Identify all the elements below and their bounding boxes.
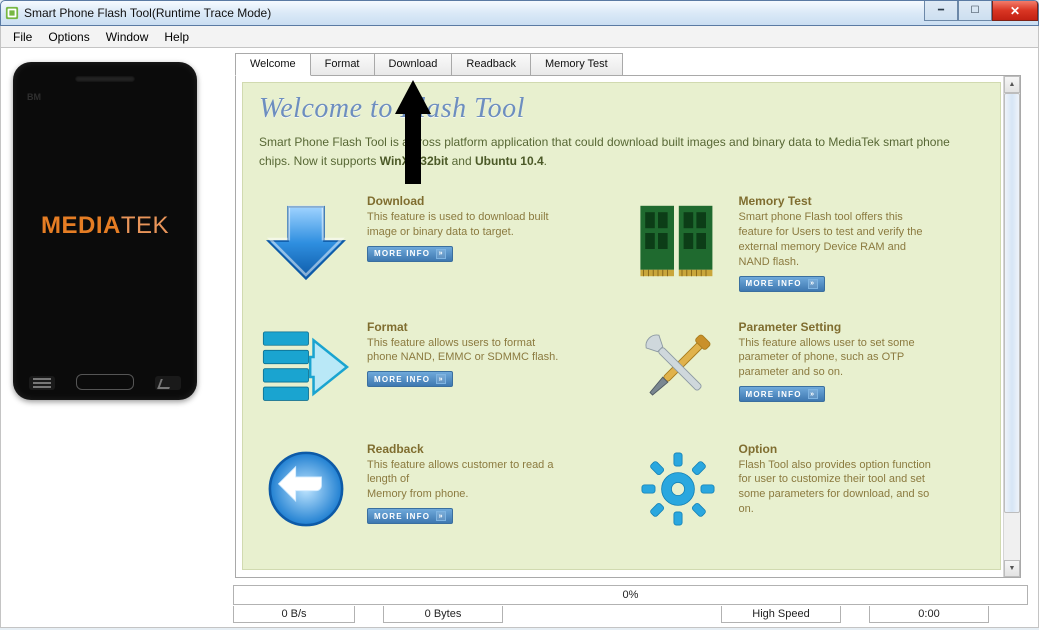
chevron-right-icon: »: [808, 279, 818, 289]
phone-oem-label: BM: [27, 92, 41, 102]
feature-memtest-title: Memory Test: [739, 194, 939, 208]
status-strip: 0% 0 B/s 0 Bytes High Speed 0:00: [233, 585, 1028, 627]
chevron-right-icon: »: [808, 389, 818, 399]
menu-window[interactable]: Window: [100, 28, 155, 46]
gear-icon: [631, 442, 725, 536]
chevron-right-icon: »: [436, 249, 446, 259]
progress-bar: 0%: [233, 585, 1028, 605]
welcome-panel: Welcome to Flash Tool Smart Phone Flash …: [235, 75, 1021, 578]
feature-format-title: Format: [367, 320, 567, 334]
welcome-intro: Smart Phone Flash Tool is a cross platfo…: [259, 133, 979, 170]
tab-readback[interactable]: Readback: [451, 53, 531, 76]
feature-param-desc: This feature allows user to set some par…: [739, 336, 939, 381]
scroll-thumb[interactable]: [1004, 93, 1020, 513]
tab-strip: Welcome Format Download Readback Memory …: [235, 52, 1032, 75]
feature-readback: Readback This feature allows customer to…: [259, 442, 613, 536]
window-title: Smart Phone Flash Tool(Runtime Trace Mod…: [24, 6, 271, 20]
feature-format: Format This feature allows users to form…: [259, 320, 613, 414]
welcome-title: Welcome to Flash Tool: [259, 93, 984, 125]
chevron-right-icon: »: [436, 511, 446, 521]
more-info-format[interactable]: MORE INFO»: [367, 371, 453, 387]
feature-memtest-desc: Smart phone Flash tool offers this featu…: [739, 210, 939, 269]
more-info-download[interactable]: MORE INFO»: [367, 246, 453, 262]
menu-help[interactable]: Help: [158, 28, 195, 46]
status-speed: High Speed: [721, 606, 841, 623]
phone-earpiece: [75, 76, 135, 82]
more-info-readback[interactable]: MORE INFO»: [367, 508, 453, 524]
feature-option: Option Flash Tool also provides option f…: [631, 442, 985, 536]
feature-download: Download This feature is used to downloa…: [259, 194, 613, 291]
minimize-button[interactable]: ━: [924, 1, 958, 21]
client-area: BM MEDIATEK Welcome Format Download Read…: [0, 48, 1039, 628]
back-circle-icon: [259, 442, 353, 536]
status-rate: 0 B/s: [233, 606, 355, 623]
feature-option-title: Option: [739, 442, 939, 456]
menu-bar: File Options Window Help: [0, 26, 1039, 48]
feature-memtest: Memory Test Smart phone Flash tool offer…: [631, 194, 985, 291]
download-arrow-icon: [259, 194, 353, 288]
more-info-memtest[interactable]: MORE INFO»: [739, 276, 825, 292]
feature-param-title: Parameter Setting: [739, 320, 939, 334]
close-button[interactable]: ✕: [992, 1, 1038, 21]
feature-download-title: Download: [367, 194, 567, 208]
phone-brand-text: MEDIATEK: [13, 212, 197, 240]
title-bar: Smart Phone Flash Tool(Runtime Trace Mod…: [0, 0, 1039, 26]
feature-readback-desc: This feature allows customer to read a l…: [367, 458, 567, 503]
format-icon: [259, 320, 353, 414]
feature-format-desc: This feature allows users to format phon…: [367, 336, 567, 366]
status-bytes: 0 Bytes: [383, 606, 503, 623]
maximize-button[interactable]: ☐: [958, 1, 992, 21]
progress-value: 0%: [623, 589, 639, 601]
menu-file[interactable]: File: [7, 28, 38, 46]
feature-param: Parameter Setting This feature allows us…: [631, 320, 985, 414]
tools-icon: [631, 320, 725, 414]
tab-memtest[interactable]: Memory Test: [530, 53, 623, 76]
phone-mockup: BM MEDIATEK: [13, 62, 197, 400]
phone-back-key: [155, 376, 181, 390]
scroll-down-button[interactable]: ▼: [1004, 560, 1020, 577]
scroll-track[interactable]: [1004, 93, 1020, 560]
vertical-scrollbar[interactable]: ▲ ▼: [1003, 76, 1020, 577]
tab-download[interactable]: Download: [374, 53, 453, 76]
feature-readback-title: Readback: [367, 442, 567, 456]
ram-icon: [631, 194, 725, 288]
chevron-right-icon: »: [436, 374, 446, 384]
phone-home-key: [76, 374, 134, 390]
phone-menu-key: [29, 376, 55, 390]
feature-option-desc: Flash Tool also provides option function…: [739, 458, 939, 517]
scroll-up-button[interactable]: ▲: [1004, 76, 1020, 93]
tab-format[interactable]: Format: [310, 53, 375, 76]
menu-options[interactable]: Options: [42, 28, 95, 46]
more-info-param[interactable]: MORE INFO»: [739, 386, 825, 402]
feature-download-desc: This feature is used to download built i…: [367, 210, 567, 240]
tab-welcome[interactable]: Welcome: [235, 53, 311, 76]
phone-preview-pane: BM MEDIATEK: [1, 48, 229, 627]
status-time: 0:00: [869, 606, 989, 623]
main-column: Welcome Format Download Readback Memory …: [229, 48, 1038, 627]
app-icon: [5, 6, 19, 20]
